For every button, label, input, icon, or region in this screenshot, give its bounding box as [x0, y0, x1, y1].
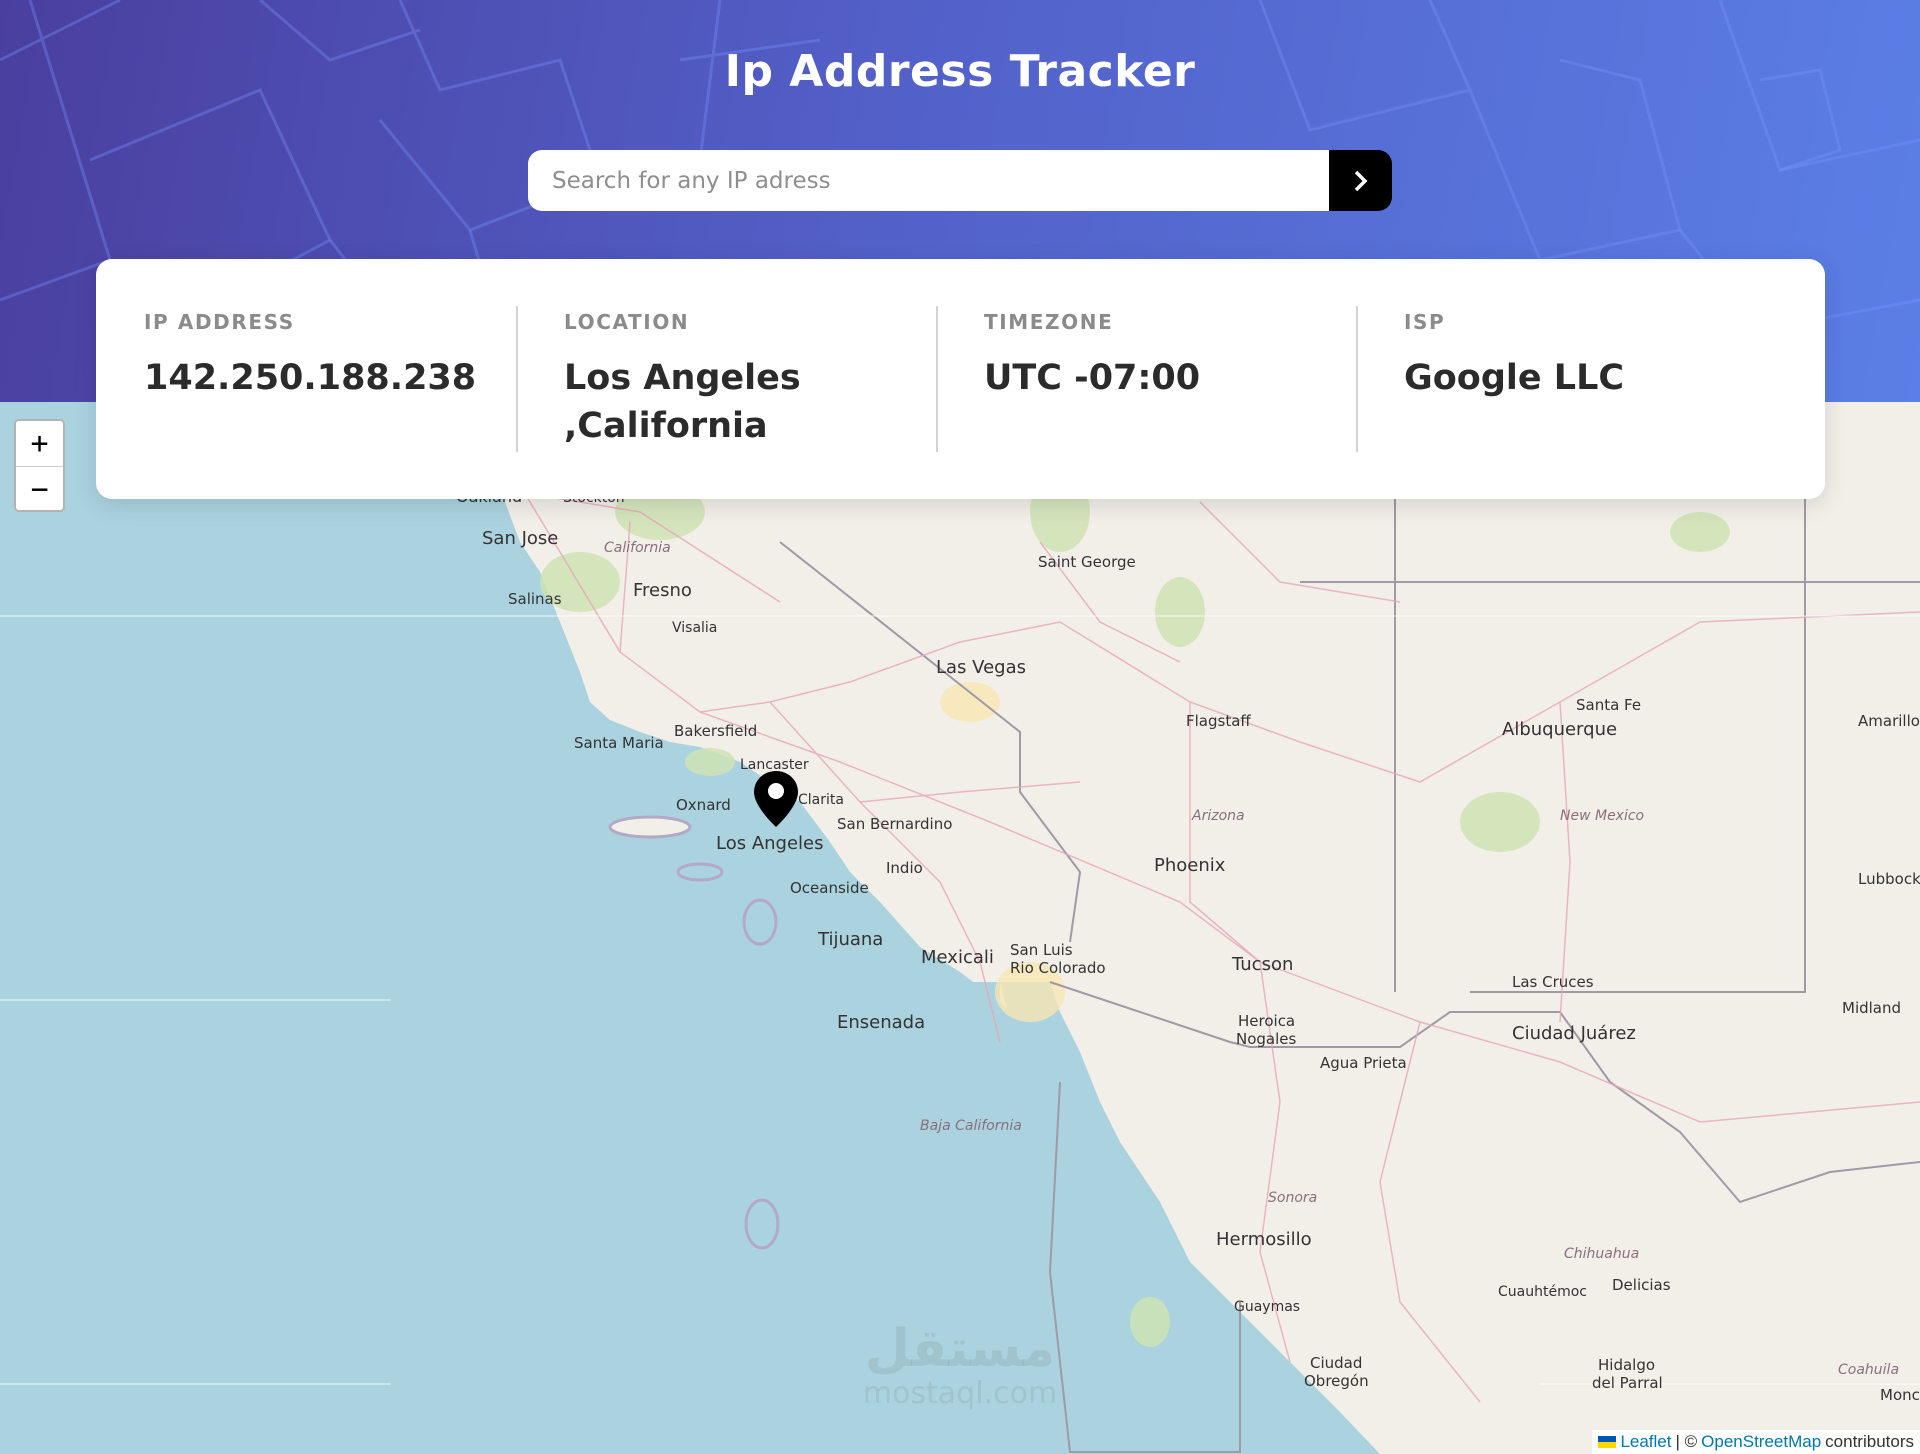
stat-location: LOCATION Los Angeles ,California	[516, 306, 936, 452]
map-pin-icon[interactable]	[752, 769, 800, 829]
map-label-agua-prieta: Agua Prieta	[1320, 1054, 1407, 1072]
page-title: Ip Address Tracker	[724, 46, 1196, 97]
map-region-baja-california: Baja California	[920, 1118, 1022, 1134]
watermark-arabic: مستقل	[864, 1319, 1056, 1379]
map-label-san-jose: San Jose	[482, 528, 558, 549]
map-label-ciudad-juarez: Ciudad Juárez	[1512, 1023, 1636, 1044]
map-label-heroica: Heroica	[1238, 1012, 1295, 1030]
map-label-amarillo: Amarillo	[1858, 712, 1920, 730]
map-label-salinas: Salinas	[508, 590, 562, 608]
chevron-right-icon	[1354, 170, 1367, 191]
stat-label: ISP	[1404, 310, 1446, 334]
attribution-separator: | ©	[1675, 1432, 1698, 1451]
map-label-ensenada: Ensenada	[837, 1012, 925, 1033]
ip-search-input[interactable]	[528, 150, 1329, 211]
map-label-midland: Midland	[1842, 999, 1901, 1017]
map-label-cuauhtemoc: Cuauhtémoc	[1498, 1284, 1587, 1300]
stat-value: Los Angeles ,California	[564, 358, 801, 446]
stat-isp: ISP Google LLC	[1356, 306, 1776, 452]
map-label-santa-maria: Santa Maria	[574, 734, 664, 752]
watermark: مستقل mostaql.com	[830, 1320, 1090, 1410]
map-label-santa-fe: Santa Fe	[1576, 696, 1641, 714]
attribution-suffix: contributors	[1825, 1432, 1914, 1451]
map-label-las-cruces: Las Cruces	[1512, 973, 1594, 991]
map-label-guaymas: Guaymas	[1234, 1299, 1300, 1315]
map-label-lubbock: Lubbock	[1858, 870, 1920, 888]
map-label-phoenix: Phoenix	[1154, 855, 1226, 876]
map-label-los-angeles: Los Angeles	[716, 833, 824, 854]
stat-value: UTC -07:00	[984, 358, 1201, 398]
map-label-san-bernardino: San Bernardino	[837, 815, 952, 833]
map-label-tijuana: Tijuana	[817, 929, 883, 950]
map-label-ciudad: Ciudad	[1310, 1354, 1362, 1372]
stat-label: TIMEZONE	[984, 310, 1114, 334]
map-region-california: California	[604, 540, 671, 556]
map-label-saint-george: Saint George	[1038, 553, 1136, 571]
stat-timezone: TIMEZONE UTC -07:00	[936, 306, 1356, 452]
map-label-nogales: Nogales	[1236, 1030, 1297, 1048]
map-region-coahuila: Coahuila	[1838, 1362, 1899, 1378]
map-tiles: Oakland Stockton San Jose Salinas Fresno…	[0, 402, 1920, 1454]
map-label-monc: Monc	[1880, 1386, 1920, 1404]
ip-info-card: IP ADDRESS 142.250.188.238 LOCATION Los …	[96, 259, 1825, 499]
stat-label: IP ADDRESS	[144, 310, 295, 334]
watermark-latin: mostaql.com	[862, 1376, 1058, 1411]
map-label-las-vegas: Las Vegas	[936, 657, 1026, 678]
stat-label: LOCATION	[564, 310, 690, 334]
map-label-bakersfield: Bakersfield	[674, 722, 757, 740]
map-label-rio-colorado: Rio Colorado	[1010, 959, 1106, 977]
map-label-albuquerque: Albuquerque	[1502, 719, 1617, 740]
zoom-in-button[interactable]: +	[16, 421, 63, 466]
zoom-control: + −	[14, 419, 65, 512]
ukraine-flag-icon	[1598, 1436, 1617, 1448]
stat-value: 142.250.188.238	[144, 358, 477, 398]
map-label-san-luis: San Luis	[1010, 941, 1073, 959]
map-label-fresno: Fresno	[633, 580, 692, 601]
map-view[interactable]: Oakland Stockton San Jose Salinas Fresno…	[0, 402, 1920, 1454]
map-label-obregon: Obregón	[1304, 1372, 1369, 1390]
map-label-mexicali: Mexicali	[921, 947, 994, 968]
map-label-delicias: Delicias	[1612, 1276, 1671, 1294]
map-label-clarita: Clarita	[798, 792, 844, 808]
map-label-indio: Indio	[886, 859, 923, 877]
map-label-flagstaff: Flagstaff	[1186, 712, 1251, 730]
search-bar	[528, 150, 1392, 211]
map-label-oxnard: Oxnard	[676, 796, 731, 814]
map-label-tucson: Tucson	[1231, 954, 1293, 975]
map-label-hidalgo: Hidalgo	[1598, 1356, 1655, 1374]
leaflet-link[interactable]: Leaflet	[1620, 1432, 1671, 1452]
map-region-new-mexico: New Mexico	[1560, 808, 1644, 824]
map-attribution: Leaflet | © OpenStreetMap contributors	[1592, 1430, 1920, 1454]
osm-link[interactable]: OpenStreetMap	[1701, 1432, 1821, 1452]
map-label-del-parral: del Parral	[1592, 1374, 1663, 1392]
map-label-oceanside: Oceanside	[790, 879, 869, 897]
map-label-hermosillo: Hermosillo	[1216, 1229, 1312, 1250]
zoom-out-button[interactable]: −	[16, 466, 63, 510]
map-region-chihuahua: Chihuahua	[1564, 1246, 1639, 1262]
stat-ip-address: IP ADDRESS 142.250.188.238	[96, 306, 516, 452]
search-submit-button[interactable]	[1329, 150, 1392, 211]
map-region-arizona: Arizona	[1191, 808, 1245, 824]
map-label-visalia: Visalia	[672, 620, 717, 636]
stat-value: Google LLC	[1404, 358, 1625, 398]
map-region-sonora: Sonora	[1268, 1190, 1317, 1206]
